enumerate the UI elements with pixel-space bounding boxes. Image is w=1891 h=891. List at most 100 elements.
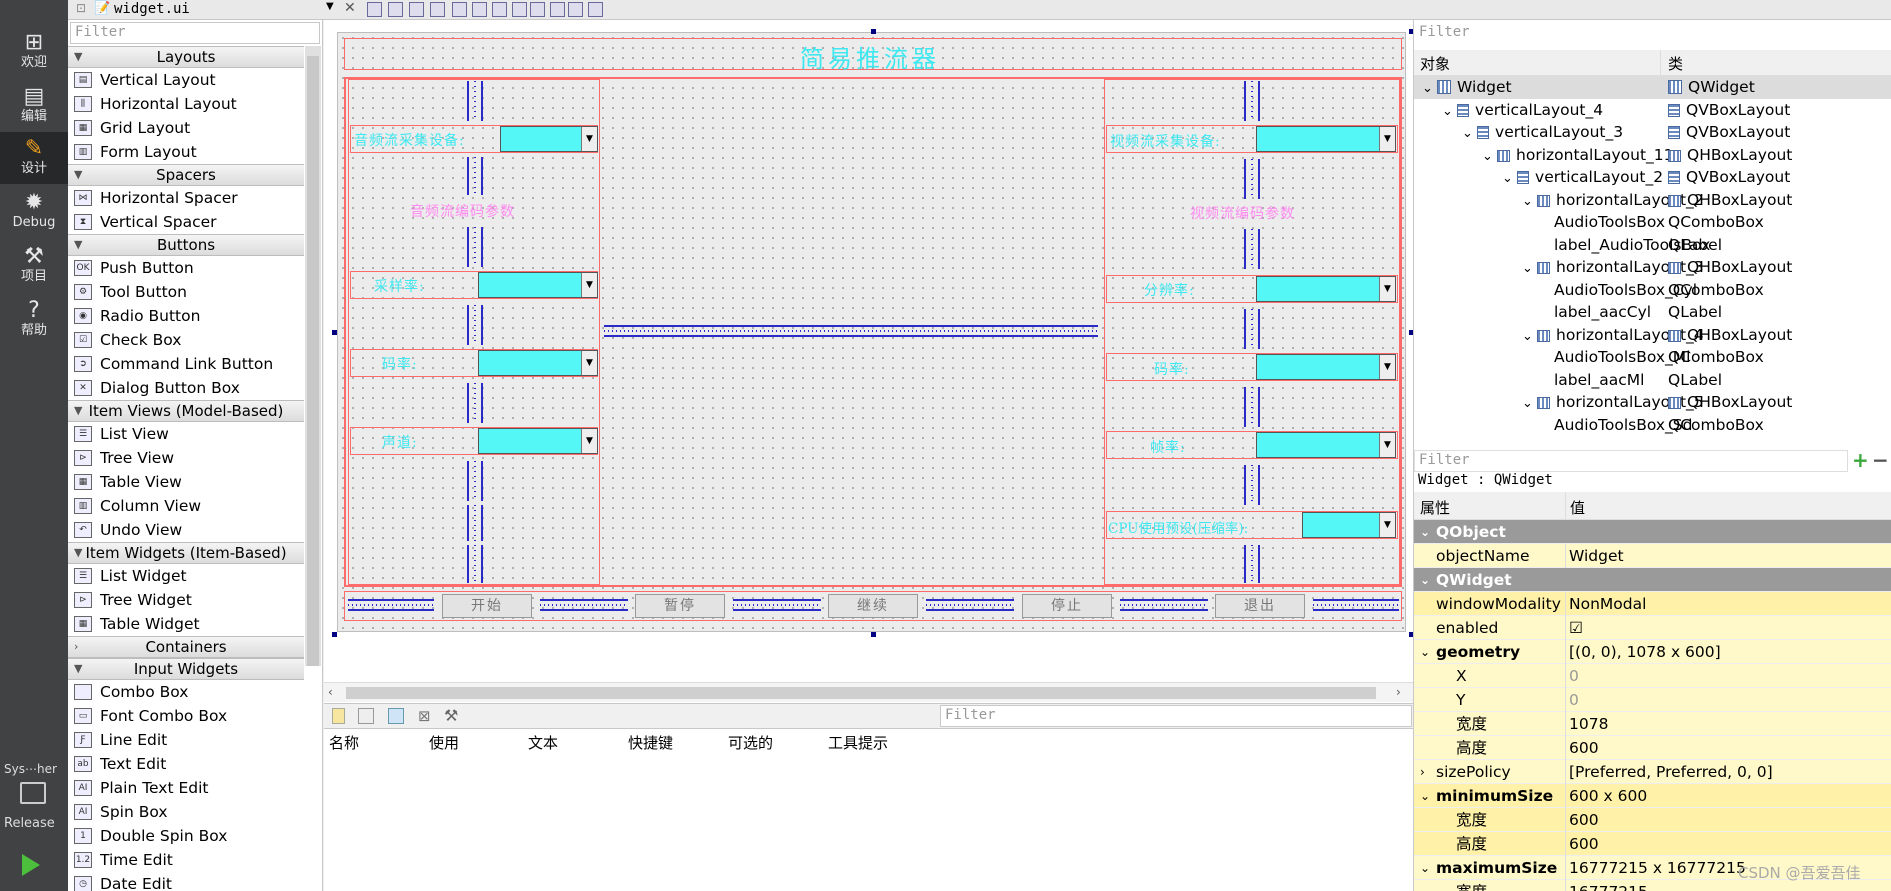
- object-tree-row[interactable]: label_AudioToolsBox QLabel: [1414, 234, 1891, 257]
- object-tree-row[interactable]: label_aacMl QLabel: [1414, 369, 1891, 392]
- vertical-spacer[interactable]: [467, 505, 483, 541]
- column-header[interactable]: 快捷键: [628, 732, 673, 753]
- pause-button[interactable]: 暂停: [635, 594, 725, 618]
- copy-action-icon[interactable]: [358, 708, 374, 724]
- tool-edit-widgets-icon[interactable]: [367, 2, 382, 17]
- widget-item[interactable]: 1 Double Spin Box: [68, 824, 304, 848]
- property-row[interactable]: Y0: [1414, 688, 1891, 712]
- add-property-icon[interactable]: +: [1852, 448, 1869, 472]
- property-value[interactable]: Widget: [1569, 544, 1624, 568]
- vertical-spacer[interactable]: [467, 81, 483, 121]
- channels-combo[interactable]: ▼: [478, 428, 598, 454]
- widget-item[interactable]: ↶ Undo View: [68, 518, 304, 542]
- sample-rate-combo[interactable]: ▼: [478, 272, 598, 298]
- file-name[interactable]: widget.ui: [114, 1, 190, 17]
- widget-item[interactable]: 1.2 Time Edit: [68, 848, 304, 872]
- widget-item[interactable]: AI Spin Box: [68, 800, 304, 824]
- vertical-spacer[interactable]: [467, 383, 483, 423]
- horizontal-spacer[interactable]: [540, 599, 628, 611]
- property-row[interactable]: enabled ☑: [1414, 616, 1891, 640]
- property-row[interactable]: › sizePolicy [Preferred, Preferred, 0, 0]: [1414, 760, 1891, 784]
- widget-item[interactable]: ab Text Edit: [68, 752, 304, 776]
- widget-category-header[interactable]: ▼ Spacers: [68, 164, 304, 186]
- exit-button[interactable]: 退出: [1215, 594, 1305, 618]
- widget-item[interactable]: ▦ Grid Layout: [68, 116, 304, 140]
- tool-edit-tab-order-icon[interactable]: [430, 2, 445, 17]
- widget-item[interactable]: ⊳ Tree Widget: [68, 588, 304, 612]
- tool-layout-splitter-h-icon[interactable]: [492, 2, 507, 17]
- widget-item[interactable]: ▥ Column View: [68, 494, 304, 518]
- chevron-down-icon[interactable]: ⌄: [1462, 126, 1477, 141]
- widget-item[interactable]: ☑ Check Box: [68, 328, 304, 352]
- widget-item[interactable]: ✕ Dialog Button Box: [68, 376, 304, 400]
- widget-category-header[interactable]: ▼ Layouts: [68, 46, 304, 68]
- property-value[interactable]: 600: [1569, 832, 1599, 856]
- widget-item[interactable]: ⚙ Tool Button: [68, 280, 304, 304]
- chevron-down-icon[interactable]: ⌄: [1420, 568, 1430, 592]
- chevron-down-icon[interactable]: ⌄: [1420, 520, 1430, 544]
- widget-category-header[interactable]: ▼ Item Views (Model-Based): [68, 400, 304, 422]
- vertical-spacer[interactable]: [1244, 387, 1260, 427]
- property-value[interactable]: 600 x 600: [1569, 784, 1647, 808]
- property-value[interactable]: 600: [1569, 736, 1599, 760]
- widget-item[interactable]: ▤ Vertical Layout: [68, 68, 304, 92]
- column-header[interactable]: 文本: [528, 732, 558, 753]
- widget-item[interactable]: Ƒ Line Edit: [68, 728, 304, 752]
- object-tree-row[interactable]: AudioToolsBox QComboBox: [1414, 211, 1891, 234]
- property-row[interactable]: 高度 600: [1414, 736, 1891, 760]
- object-tree-row[interactable]: ⌄ horizontalLayout_2 QHBoxLayout: [1414, 189, 1891, 212]
- delete-action-icon[interactable]: ⊠: [418, 707, 431, 725]
- widget-item[interactable]: ◷ Date Edit: [68, 872, 304, 891]
- vertical-spacer[interactable]: [467, 157, 483, 195]
- property-row[interactable]: ⌄ QWidget: [1414, 568, 1891, 592]
- property-row[interactable]: objectName Widget: [1414, 544, 1891, 568]
- widget-item[interactable]: ◉ Radio Button: [68, 304, 304, 328]
- property-row[interactable]: X0: [1414, 664, 1891, 688]
- tool-layout-grid-icon[interactable]: [550, 2, 565, 17]
- video-device-combo[interactable]: ▼: [1256, 126, 1396, 152]
- resize-handle[interactable]: [332, 330, 337, 335]
- column-header[interactable]: 可选的: [728, 732, 773, 753]
- horizontal-spacer[interactable]: [1313, 599, 1399, 611]
- chevron-down-icon[interactable]: ⌄: [1420, 784, 1430, 808]
- resolution-combo[interactable]: ▼: [1256, 276, 1396, 302]
- chevron-down-icon[interactable]: ⌄: [1420, 856, 1430, 880]
- column-header[interactable]: 名称: [329, 732, 359, 753]
- mode-design[interactable]: ✎ 设计: [0, 132, 68, 184]
- widget-box-scrollbar[interactable]: [305, 46, 321, 666]
- property-row[interactable]: 宽度 1078: [1414, 712, 1891, 736]
- widget-item[interactable]: Combo Box: [68, 680, 304, 704]
- action-filter-input[interactable]: Filter: [940, 705, 1412, 727]
- chevron-down-icon[interactable]: ⌄: [1442, 104, 1457, 119]
- column-header[interactable]: 对象: [1420, 53, 1450, 74]
- resize-handle[interactable]: [871, 632, 876, 637]
- horizontal-spacer[interactable]: [1120, 599, 1208, 611]
- property-row[interactable]: windowModality NonModal: [1414, 592, 1891, 616]
- widget-item[interactable]: ⫼ Horizontal Layout: [68, 92, 304, 116]
- widget-item[interactable]: AI Plain Text Edit: [68, 776, 304, 800]
- new-action-icon[interactable]: [332, 708, 345, 724]
- widget-item[interactable]: ▭ Font Combo Box: [68, 704, 304, 728]
- vertical-spacer[interactable]: [1244, 81, 1260, 121]
- column-header[interactable]: 工具提示: [828, 732, 888, 753]
- vertical-spacer[interactable]: [1244, 159, 1260, 199]
- resize-handle[interactable]: [332, 632, 337, 637]
- horizontal-spacer[interactable]: [926, 599, 1014, 611]
- monitor-icon[interactable]: [20, 782, 46, 804]
- widget-category-header[interactable]: ▼ Item Widgets (Item-Based): [68, 542, 304, 564]
- stop-button[interactable]: 停止: [1022, 594, 1112, 618]
- widget-category-header[interactable]: ▼ Buttons: [68, 234, 304, 256]
- property-value[interactable]: 1078: [1569, 712, 1608, 736]
- video-bitrate-combo[interactable]: ▼: [1256, 354, 1396, 380]
- chevron-down-icon[interactable]: ⌄: [1482, 149, 1497, 164]
- column-header[interactable]: 值: [1570, 497, 1585, 518]
- object-tree-row[interactable]: ⌄ verticalLayout_3 QVBoxLayout: [1414, 121, 1891, 144]
- object-tree-row[interactable]: ⌄ horizontalLayout_11 QHBoxLayout: [1414, 144, 1891, 167]
- vertical-spacer[interactable]: [1244, 545, 1260, 583]
- tool-layout-vertical-icon[interactable]: [472, 2, 487, 17]
- object-filter-input[interactable]: Filter: [1414, 22, 1891, 44]
- audio-device-combo[interactable]: ▼: [500, 126, 598, 152]
- property-value[interactable]: ☑: [1569, 616, 1583, 640]
- widget-item[interactable]: OK Push Button: [68, 256, 304, 280]
- property-value[interactable]: 0: [1569, 664, 1579, 688]
